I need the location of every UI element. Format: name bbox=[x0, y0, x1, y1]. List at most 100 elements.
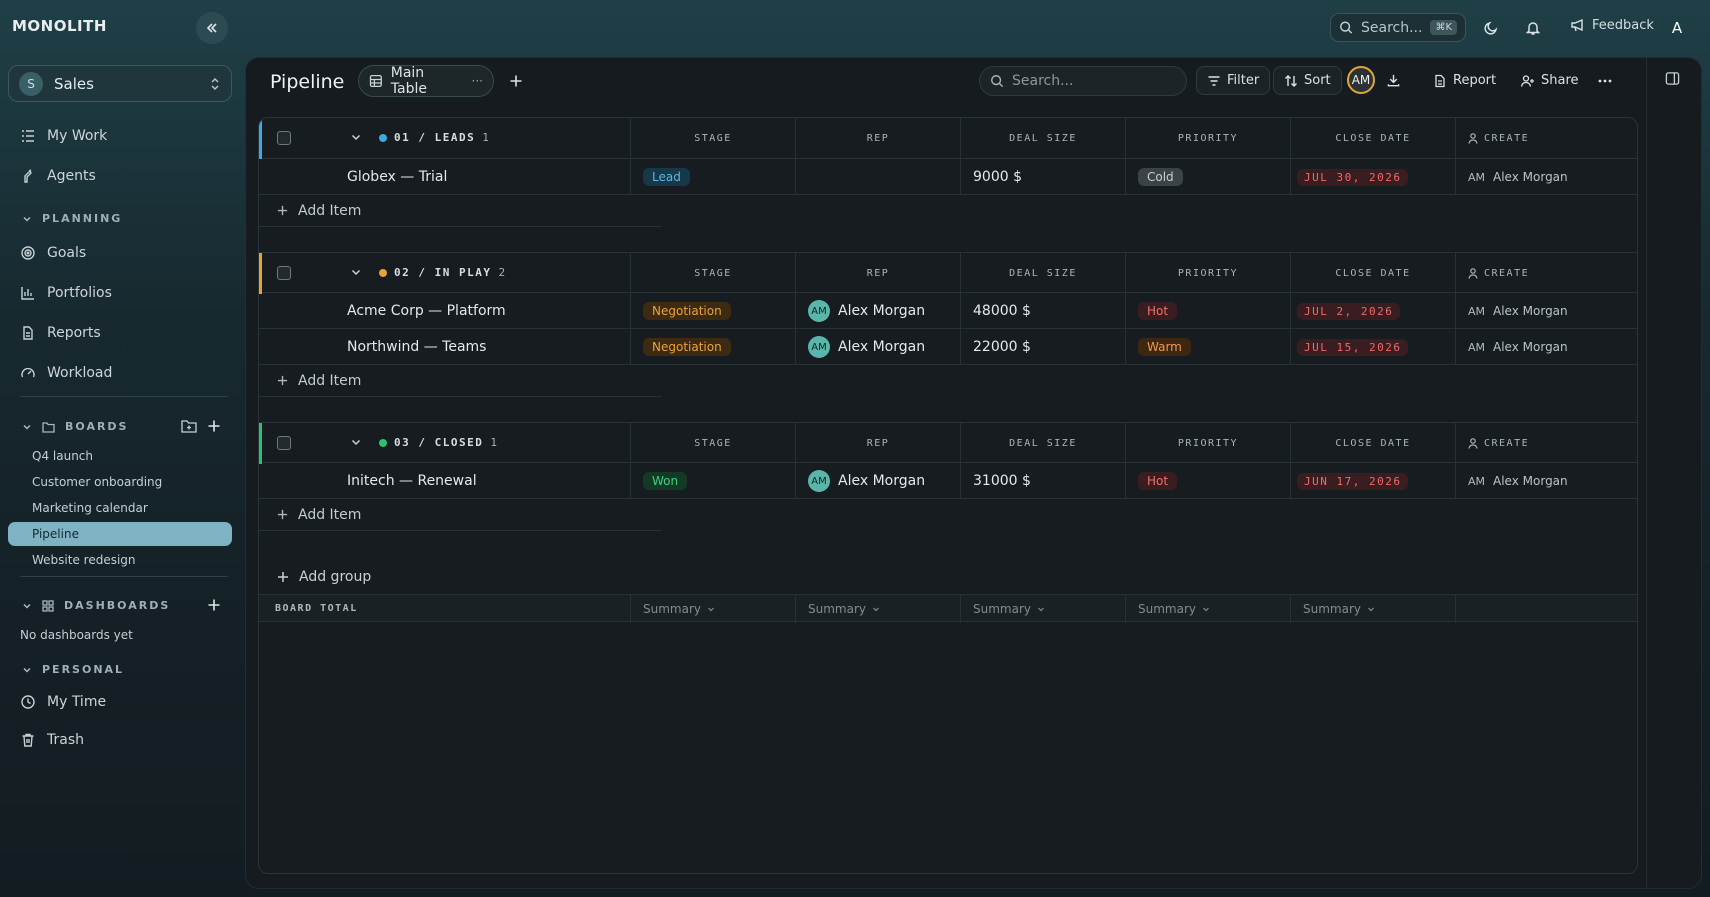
stage-cell[interactable]: Won bbox=[630, 463, 795, 499]
nav-my-work[interactable]: My Work bbox=[20, 128, 107, 144]
created-cell[interactable]: AM Alex Morgan bbox=[1455, 329, 1637, 365]
nav-reports[interactable]: Reports bbox=[20, 325, 101, 341]
sort-button[interactable]: Sort bbox=[1273, 66, 1342, 95]
column-header-deal-size[interactable]: DEAL SIZE bbox=[960, 118, 1125, 159]
toggle-side-panel-button[interactable] bbox=[1660, 66, 1684, 90]
board-search-input[interactable]: Search... bbox=[979, 66, 1187, 96]
nav-portfolios[interactable]: Portfolios bbox=[20, 285, 112, 301]
group-title[interactable]: 03 / CLOSED 1 bbox=[379, 436, 498, 449]
item-name[interactable]: Acme Corp — Platform bbox=[347, 303, 506, 319]
column-header-stage[interactable]: STAGE bbox=[630, 423, 795, 464]
view-tab-main-table[interactable]: Main Table ··· bbox=[358, 65, 494, 97]
download-button[interactable] bbox=[1386, 66, 1401, 95]
nav-my-time[interactable]: My Time bbox=[20, 694, 106, 710]
rep-cell[interactable] bbox=[795, 159, 960, 195]
rep-cell[interactable]: AM Alex Morgan bbox=[795, 293, 960, 329]
add-board-button[interactable] bbox=[205, 417, 223, 435]
column-header-stage[interactable]: STAGE bbox=[630, 253, 795, 294]
created-cell[interactable]: AM Alex Morgan bbox=[1455, 159, 1637, 195]
priority-cell[interactable]: Warm bbox=[1125, 329, 1290, 365]
created-cell[interactable]: AM Alex Morgan bbox=[1455, 463, 1637, 499]
add-dashboard-button[interactable] bbox=[205, 596, 223, 614]
column-header-stage[interactable]: STAGE bbox=[630, 118, 795, 159]
nav-agents[interactable]: Agents bbox=[20, 168, 96, 184]
priority-cell[interactable]: Cold bbox=[1125, 159, 1290, 195]
item-name[interactable]: Initech — Renewal bbox=[347, 473, 477, 489]
board-item-marketing-calendar[interactable]: Marketing calendar bbox=[32, 501, 148, 515]
nav-trash[interactable]: Trash bbox=[20, 732, 84, 748]
board-item-pipeline[interactable]: Pipeline bbox=[8, 522, 232, 546]
column-header-rep[interactable]: REP bbox=[795, 118, 960, 159]
close-date-cell[interactable]: JUL 2, 2026 bbox=[1290, 293, 1455, 329]
column-header-deal-size[interactable]: DEAL SIZE bbox=[960, 423, 1125, 464]
column-header-created[interactable]: CREATE bbox=[1455, 253, 1637, 294]
rep-cell[interactable]: AM Alex Morgan bbox=[795, 463, 960, 499]
add-item-button[interactable]: Add Item bbox=[259, 365, 662, 397]
nav-workload[interactable]: Workload bbox=[20, 365, 112, 381]
report-button[interactable]: Report bbox=[1433, 66, 1496, 95]
summary-cell-rep[interactable]: Summary bbox=[795, 595, 960, 623]
column-header-created[interactable]: CREATE bbox=[1455, 118, 1637, 159]
stage-cell[interactable]: Negotiation bbox=[630, 293, 795, 329]
deal-size-cell[interactable]: 22000 $ bbox=[960, 329, 1125, 365]
chevron-down-icon[interactable] bbox=[350, 436, 362, 448]
group-title[interactable]: 01 / LEADS 1 bbox=[379, 131, 490, 144]
user-avatar[interactable]: A bbox=[1661, 12, 1693, 44]
more-options-button[interactable] bbox=[1598, 66, 1612, 95]
table-row[interactable]: Globex — Trial Lead 9000 $ Cold JUL 30, … bbox=[259, 159, 1637, 195]
group-title[interactable]: 02 / IN PLAY 2 bbox=[379, 266, 507, 279]
column-header-priority[interactable]: PRIORITY bbox=[1125, 423, 1290, 464]
column-header-deal-size[interactable]: DEAL SIZE bbox=[960, 253, 1125, 294]
priority-cell[interactable]: Hot bbox=[1125, 463, 1290, 499]
add-view-button[interactable] bbox=[503, 68, 529, 94]
theme-toggle-button[interactable] bbox=[1480, 17, 1502, 39]
stage-cell[interactable]: Negotiation bbox=[630, 329, 795, 365]
new-folder-button[interactable] bbox=[180, 417, 198, 435]
close-date-cell[interactable]: JUL 30, 2026 bbox=[1290, 159, 1455, 195]
deal-size-cell[interactable]: 31000 $ bbox=[960, 463, 1125, 499]
deal-size-cell[interactable]: 9000 $ bbox=[960, 159, 1125, 195]
close-date-cell[interactable]: JUL 15, 2026 bbox=[1290, 329, 1455, 365]
global-search[interactable]: Search... ⌘K bbox=[1330, 13, 1466, 42]
collapse-sidebar-button[interactable] bbox=[196, 12, 228, 44]
notifications-button[interactable] bbox=[1522, 17, 1544, 39]
summary-cell-priority[interactable]: Summary bbox=[1125, 595, 1290, 623]
column-header-close-date[interactable]: CLOSE DATE bbox=[1290, 423, 1455, 464]
item-name[interactable]: Globex — Trial bbox=[347, 169, 447, 185]
column-header-priority[interactable]: PRIORITY bbox=[1125, 118, 1290, 159]
table-row[interactable]: Northwind — Teams Negotiation AM Alex Mor… bbox=[259, 329, 1637, 365]
planning-section-header[interactable]: PLANNING bbox=[22, 212, 122, 225]
column-header-rep[interactable]: REP bbox=[795, 253, 960, 294]
view-menu-button[interactable]: ··· bbox=[472, 74, 483, 88]
summary-cell-close-date[interactable]: Summary bbox=[1290, 595, 1455, 623]
dashboards-section-header[interactable]: DASHBOARDS bbox=[22, 599, 170, 612]
priority-cell[interactable]: Hot bbox=[1125, 293, 1290, 329]
nav-goals[interactable]: Goals bbox=[20, 245, 86, 261]
boards-section-header[interactable]: BOARDS bbox=[22, 420, 128, 433]
group-select-checkbox[interactable] bbox=[277, 131, 291, 145]
personal-section-header[interactable]: PERSONAL bbox=[22, 663, 124, 676]
summary-cell-deal-size[interactable]: Summary bbox=[960, 595, 1125, 623]
board-item-customer-onboarding[interactable]: Customer onboarding bbox=[32, 475, 162, 489]
column-header-close-date[interactable]: CLOSE DATE bbox=[1290, 253, 1455, 294]
rep-cell[interactable]: AM Alex Morgan bbox=[795, 329, 960, 365]
column-header-created[interactable]: CREATE bbox=[1455, 423, 1637, 464]
board-item-q4-launch[interactable]: Q4 launch bbox=[32, 449, 93, 463]
group-select-checkbox[interactable] bbox=[277, 266, 291, 280]
created-cell[interactable]: AM Alex Morgan bbox=[1455, 293, 1637, 329]
filter-button[interactable]: Filter bbox=[1196, 66, 1271, 95]
chevron-down-icon[interactable] bbox=[350, 266, 362, 278]
group-select-checkbox[interactable] bbox=[277, 436, 291, 450]
close-date-cell[interactable]: JUN 17, 2026 bbox=[1290, 463, 1455, 499]
add-item-button[interactable]: Add Item bbox=[259, 195, 662, 227]
user-avatar-filter[interactable]: AM bbox=[1347, 66, 1375, 94]
stage-cell[interactable]: Lead bbox=[630, 159, 795, 195]
add-item-button[interactable]: Add Item bbox=[259, 499, 662, 531]
workspace-switcher[interactable]: S Sales bbox=[8, 65, 232, 102]
table-row[interactable]: Initech — Renewal Won AM Alex Morgan 3100… bbox=[259, 463, 1637, 499]
summary-cell-stage[interactable]: Summary bbox=[630, 595, 795, 623]
item-name[interactable]: Northwind — Teams bbox=[347, 339, 486, 355]
column-header-close-date[interactable]: CLOSE DATE bbox=[1290, 118, 1455, 159]
column-header-priority[interactable]: PRIORITY bbox=[1125, 253, 1290, 294]
table-row[interactable]: Acme Corp — Platform Negotiation AM Alex … bbox=[259, 293, 1637, 329]
